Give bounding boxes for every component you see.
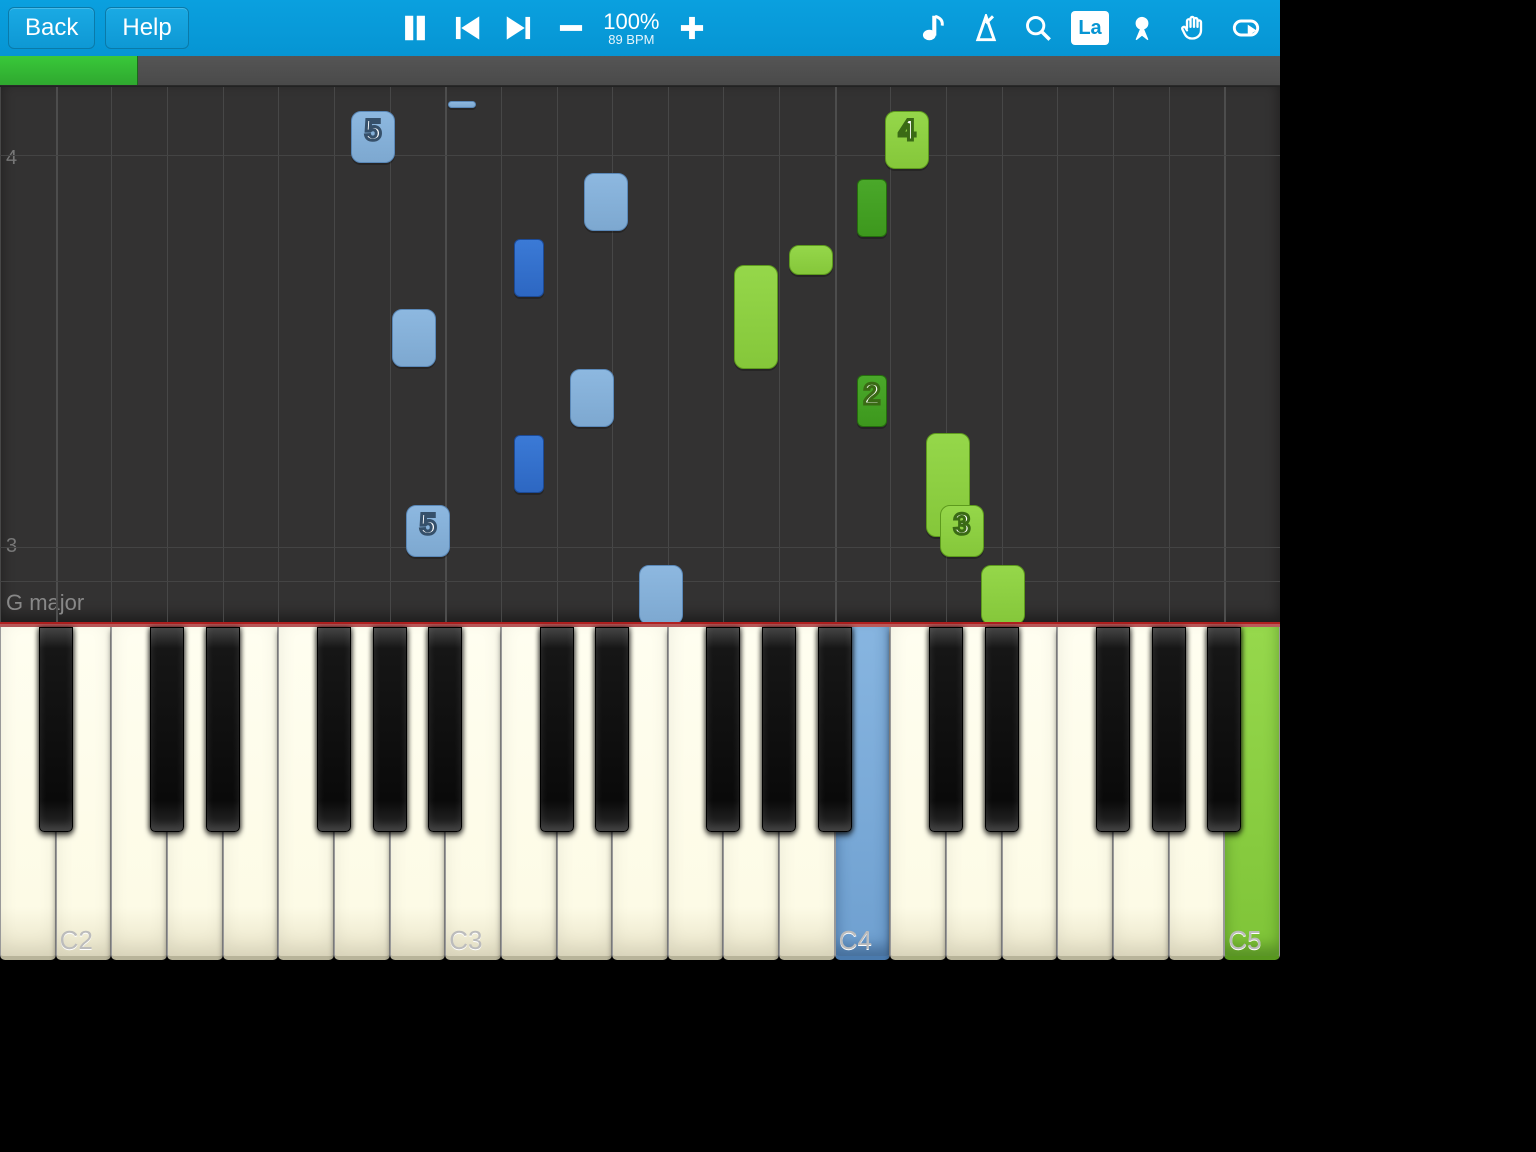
falling-note: [981, 565, 1025, 624]
falling-note: [570, 369, 614, 427]
falling-note: [448, 101, 476, 108]
black-key[interactable]: [1152, 627, 1186, 832]
black-key[interactable]: [540, 627, 574, 832]
falling-note: 3: [940, 505, 984, 557]
black-key[interactable]: [373, 627, 407, 832]
black-key[interactable]: [706, 627, 740, 832]
finger-number: 4: [886, 114, 928, 148]
key-signature-label: G major: [6, 590, 84, 616]
black-key[interactable]: [985, 627, 1019, 832]
falling-note: 2: [857, 375, 887, 427]
tempo-minus-button[interactable]: [551, 8, 591, 48]
tempo-bpm-label: 89 BPM: [603, 33, 659, 46]
tempo-percent-label: 100%: [603, 11, 659, 33]
falling-note: 4: [885, 111, 929, 169]
black-key[interactable]: [206, 627, 240, 832]
black-key[interactable]: [39, 627, 73, 832]
black-key[interactable]: [818, 627, 852, 832]
falling-note: 5: [351, 111, 395, 163]
black-key[interactable]: [428, 627, 462, 832]
black-key[interactable]: [595, 627, 629, 832]
piano-keyboard[interactable]: C2 C3 C4 C5: [0, 624, 1280, 960]
toolbar: Back Help 100% 89 BPM: [0, 0, 1280, 56]
bookmark-icon[interactable]: [1122, 8, 1162, 48]
note-names-button[interactable]: La: [1070, 8, 1110, 48]
octave-label: C3: [449, 925, 482, 956]
falling-note: 5: [406, 505, 450, 557]
loop-icon[interactable]: [1226, 8, 1266, 48]
pause-button[interactable]: [395, 8, 435, 48]
black-key[interactable]: [1096, 627, 1130, 832]
black-key[interactable]: [150, 627, 184, 832]
black-key[interactable]: [1207, 627, 1241, 832]
octave-label: C2: [60, 925, 93, 956]
falling-note: [639, 565, 683, 624]
falling-note: [584, 173, 628, 231]
finger-number: 5: [352, 114, 394, 148]
octave-label: C4: [839, 925, 872, 956]
note-icon[interactable]: [914, 8, 954, 48]
black-key[interactable]: [762, 627, 796, 832]
progress-fill: [0, 56, 138, 85]
skip-forward-button[interactable]: [499, 8, 539, 48]
metronome-icon[interactable]: [966, 8, 1006, 48]
bar-number: 4: [6, 147, 17, 170]
progress-bar[interactable]: 0:02.0 0:32.3: [0, 56, 1280, 86]
tempo-display[interactable]: 100% 89 BPM: [603, 11, 659, 46]
note-canvas[interactable]: 4 3 G major 55423: [0, 86, 1280, 624]
zoom-icon[interactable]: [1018, 8, 1058, 48]
falling-note: [857, 179, 887, 237]
hand-icon[interactable]: [1174, 8, 1214, 48]
black-key[interactable]: [317, 627, 351, 832]
tempo-plus-button[interactable]: [672, 8, 712, 48]
falling-note: [514, 435, 544, 493]
finger-number: 2: [858, 378, 886, 412]
finger-number: 5: [407, 508, 449, 542]
octave-label: C5: [1228, 925, 1261, 956]
falling-note: [392, 309, 436, 367]
back-button[interactable]: Back: [8, 7, 95, 49]
falling-note: [734, 265, 778, 369]
black-key[interactable]: [929, 627, 963, 832]
falling-note: [789, 245, 833, 275]
falling-note: [514, 239, 544, 297]
skip-back-button[interactable]: [447, 8, 487, 48]
finger-number: 3: [941, 508, 983, 542]
help-button[interactable]: Help: [105, 7, 188, 49]
